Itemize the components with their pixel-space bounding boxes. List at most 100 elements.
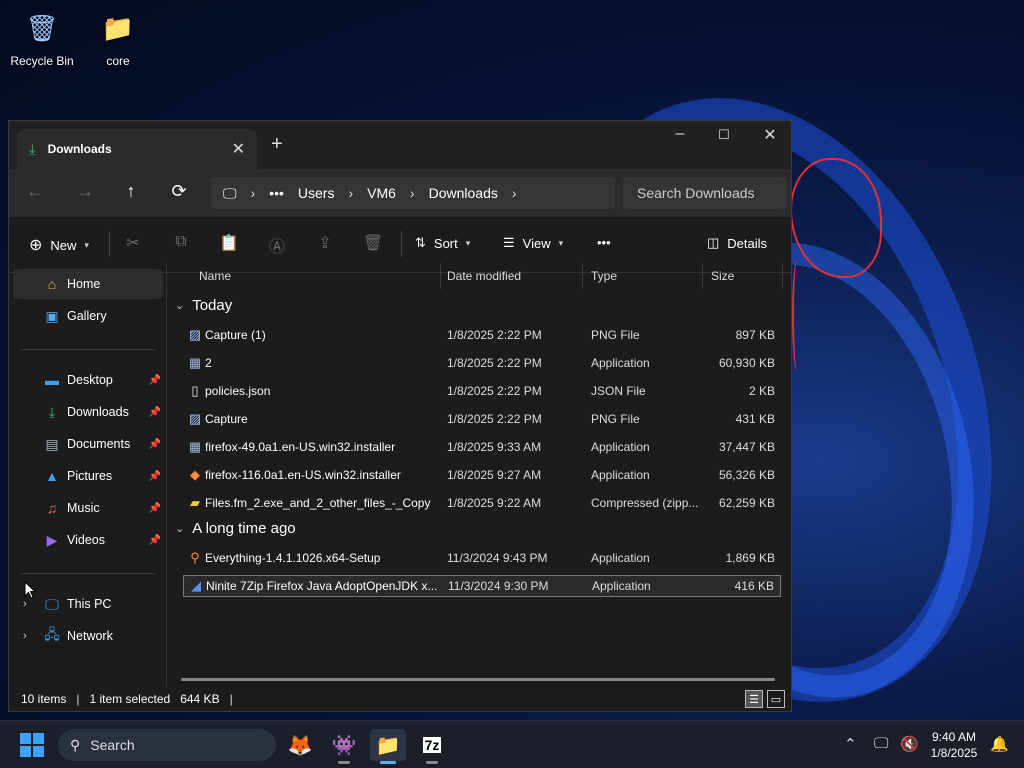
breadcrumb-downloads[interactable]: Downloads [429, 185, 498, 201]
file-row[interactable]: ▦ 2 1/8/2025 2:22 PM Application 60,930 … [183, 352, 781, 374]
start-button[interactable] [20, 733, 44, 757]
file-row[interactable]: ▨ Capture 1/8/2025 2:22 PM PNG File 431 … [183, 408, 781, 430]
more-options-button[interactable]: ••• [597, 235, 611, 250]
more-locations-icon[interactable]: ••• [269, 185, 284, 201]
desktop-icon-core[interactable]: 📁 core [76, 8, 160, 69]
view-icon: ☰ [503, 235, 515, 250]
taskbar-app-7zip[interactable]: 7z [414, 729, 450, 764]
search-input[interactable]: Search Downloads [623, 177, 787, 209]
rename-icon[interactable]: Ⓐ [265, 233, 289, 257]
tab-downloads[interactable]: ⤓ Downloads ✕ [17, 129, 257, 169]
back-button[interactable]: ← [23, 181, 47, 202]
forward-button[interactable]: → [73, 181, 97, 202]
column-header-size[interactable]: Size [703, 263, 783, 289]
pin-icon[interactable]: 📌 [149, 471, 161, 482]
pin-icon[interactable]: 📌 [149, 535, 161, 546]
file-row[interactable]: ▯ policies.json 1/8/2025 2:22 PM JSON Fi… [183, 380, 781, 402]
computer-icon[interactable]: 🖵 [223, 185, 237, 202]
taskbar-app-firefox[interactable]: 🦊 [282, 729, 318, 761]
file-explorer-icon: 📁 [375, 734, 401, 757]
pin-icon[interactable]: 📌 [149, 439, 161, 450]
red-scribble-tail [792, 260, 802, 370]
windows-logo-pane [20, 746, 31, 757]
desktop-icon-recycle-bin[interactable]: 🗑 Recycle Bin [0, 8, 84, 69]
system-clock[interactable]: 9:40 AM 1/8/2025 [922, 729, 986, 761]
chevron-down-icon: ⌄ [175, 523, 185, 535]
sidebar-item-music[interactable]: ♫ Music 📌 [13, 493, 163, 523]
sidebar-item-label: Network [67, 629, 113, 643]
network-status-icon[interactable]: 🖵 [874, 735, 888, 752]
breadcrumb-vm6[interactable]: VM6 [367, 185, 396, 201]
tab-title: Downloads [47, 142, 112, 156]
details-button[interactable]: ◫ Details [707, 235, 767, 251]
share-icon[interactable]: ⇪ [313, 233, 337, 253]
file-row[interactable]: ▰ Files.fm_2.exe_and_2_other_files_-_Cop… [183, 492, 781, 514]
file-row[interactable]: ◆ firefox-116.0a1.en-US.win32.installer … [183, 464, 781, 486]
refresh-button[interactable]: ⟳ [167, 181, 191, 202]
taskbar: ⚲ Search 🦊 👾 📁 7z ⌃ 🖵 🔇 9:40 AM 1/8/2025… [0, 720, 1024, 768]
details-view-icon[interactable]: ☰ [745, 690, 763, 708]
view-button[interactable]: ☰ View ▾ [503, 235, 563, 251]
pin-icon[interactable]: 📌 [149, 407, 161, 418]
file-date: 11/3/2024 9:43 PM [447, 551, 548, 565]
pin-icon[interactable]: 📌 [149, 375, 161, 386]
new-button[interactable]: ⊕ New ▾ [29, 235, 89, 255]
file-date: 1/8/2025 9:22 AM [447, 496, 542, 510]
volume-muted-icon[interactable]: 🔇 [900, 735, 919, 753]
breadcrumb[interactable]: 🖵 › ••• Users › VM6 › Downloads › [211, 177, 615, 209]
file-row-selected[interactable]: ◢ Ninite 7Zip Firefox Java AdoptOpenJDK … [183, 575, 781, 597]
file-size: 2 KB [748, 384, 775, 398]
windows-logo-pane [33, 733, 44, 744]
group-header-today[interactable]: ⌄ Today [175, 297, 232, 314]
close-button[interactable]: ✕ [747, 125, 793, 145]
taskbar-app-file-explorer[interactable]: 📁 [370, 729, 406, 764]
sidebar-item-home[interactable]: ⌂ Home [13, 269, 163, 299]
breadcrumb-users[interactable]: Users [298, 185, 335, 201]
file-size: 37,447 KB [718, 440, 775, 454]
sort-button[interactable]: ⇅ Sort ▾ [415, 235, 470, 251]
delete-icon[interactable]: 🗑 [361, 233, 385, 253]
column-header-name[interactable]: Name [191, 263, 441, 289]
minimize-button[interactable]: – [657, 125, 703, 143]
gallery-icon: ▣ [45, 307, 59, 324]
file-row[interactable]: ▦ firefox-49.0a1.en-US.win32.installer 1… [183, 436, 781, 458]
application-icon: ▦ [188, 355, 202, 370]
sidebar-item-videos[interactable]: ▶ Videos 📌 [13, 525, 163, 555]
column-header-type[interactable]: Type [583, 263, 703, 289]
sidebar-item-downloads[interactable]: ⤓ Downloads 📌 [13, 397, 163, 427]
pin-icon[interactable]: 📌 [149, 503, 161, 514]
file-row[interactable]: ⚲ Everything-1.4.1.1026.x64-Setup 11/3/2… [183, 547, 781, 569]
details-pane-icon: ◫ [707, 235, 720, 250]
sidebar-item-pictures[interactable]: ▲ Pictures 📌 [13, 461, 163, 491]
maximize-button[interactable]: ☐ [701, 127, 747, 143]
file-row[interactable]: ▨ Capture (1) 1/8/2025 2:22 PM PNG File … [183, 324, 781, 346]
cut-icon[interactable]: ✂ [121, 233, 145, 253]
taskbar-search[interactable]: ⚲ Search [58, 729, 276, 761]
new-tab-button[interactable]: + [271, 133, 283, 156]
sidebar-item-desktop[interactable]: ▬ Desktop 📌 [13, 365, 163, 395]
chevron-right-icon[interactable]: › [23, 630, 27, 642]
taskbar-app-media[interactable]: 👾 [326, 729, 362, 764]
sidebar-item-gallery[interactable]: ▣ Gallery [13, 301, 163, 331]
sidebar-item-network[interactable]: › 🖧 Network [13, 621, 163, 651]
horizontal-scrollbar[interactable] [181, 678, 775, 681]
tiles-view-icon[interactable]: ▭ [767, 690, 785, 708]
chevron-right-icon[interactable]: › [512, 185, 517, 201]
paste-icon[interactable]: 📋 [217, 233, 241, 253]
column-header-date[interactable]: Date modified [439, 263, 583, 289]
up-button[interactable]: ↑ [119, 181, 143, 202]
sidebar-item-label: Desktop [67, 373, 113, 387]
file-date: 1/8/2025 9:33 AM [447, 440, 542, 454]
group-header-long-time-ago[interactable]: ⌄ A long time ago [175, 520, 296, 537]
file-size: 897 KB [735, 328, 775, 342]
windows-logo-pane [33, 746, 44, 757]
file-name: firefox-49.0a1.en-US.win32.installer [205, 440, 396, 454]
chevron-right-icon[interactable]: › [23, 598, 27, 610]
clock-time: 9:40 AM [931, 730, 977, 744]
close-tab-icon[interactable]: ✕ [232, 139, 245, 159]
copy-icon[interactable]: ⧉ [169, 233, 193, 251]
notification-bell-icon[interactable]: 🔔 [990, 735, 1009, 753]
chevron-up-icon[interactable]: ⌃ [844, 735, 857, 753]
file-name: Capture (1) [205, 328, 266, 342]
sidebar-item-documents[interactable]: ▤ Documents 📌 [13, 429, 163, 459]
